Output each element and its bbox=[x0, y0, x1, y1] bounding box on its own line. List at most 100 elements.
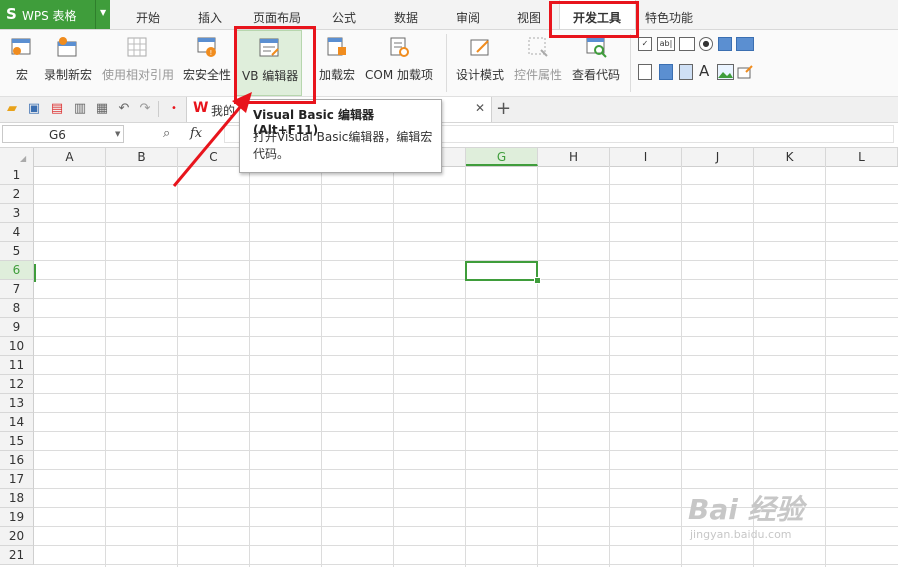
grid-row-line bbox=[34, 412, 898, 413]
relative-reference-label: 使用相对引用 bbox=[102, 68, 175, 82]
tab-formulas[interactable]: 公式 bbox=[332, 9, 356, 26]
column-header[interactable]: K bbox=[754, 148, 826, 166]
grid-row-line bbox=[34, 564, 898, 565]
combobox-control-icon[interactable] bbox=[736, 37, 754, 51]
spin-button-control-icon[interactable] bbox=[679, 64, 693, 80]
grid-row-line bbox=[34, 241, 898, 242]
view-code-label: 查看代码 bbox=[572, 68, 621, 82]
grid-row-line bbox=[34, 393, 898, 394]
scrollbar-control-icon[interactable] bbox=[659, 64, 673, 80]
grid-row-line bbox=[34, 203, 898, 204]
grid-column-line bbox=[393, 166, 394, 567]
macro-button[interactable]: 宏 bbox=[4, 30, 40, 96]
macro-icon bbox=[11, 38, 31, 55]
record-macro-button[interactable]: 录制新宏 bbox=[42, 30, 94, 96]
row-header[interactable]: 6 bbox=[0, 261, 34, 280]
select-all-corner[interactable]: ◢ bbox=[0, 148, 34, 166]
more-controls-icon[interactable] bbox=[737, 64, 754, 80]
toggle-button-control-icon[interactable] bbox=[638, 64, 652, 80]
row-header[interactable]: 11 bbox=[0, 356, 34, 375]
row-header[interactable]: 10 bbox=[0, 337, 34, 356]
tab-data[interactable]: 数据 bbox=[394, 9, 418, 26]
undo-icon[interactable]: ↶ bbox=[116, 101, 132, 117]
print-preview-icon[interactable]: ▦ bbox=[94, 101, 110, 117]
column-header[interactable]: A bbox=[34, 148, 106, 166]
row-header[interactable]: 1 bbox=[0, 166, 34, 185]
quick-access-toolbar: ▰ ▣ ▤ ▥ ▦ ↶ ↷ • W 我的 ✕ + bbox=[0, 97, 898, 123]
grid-column-line bbox=[105, 166, 106, 567]
print-icon[interactable]: ▥ bbox=[72, 101, 88, 117]
ribbon-divider bbox=[630, 34, 631, 92]
grid-column-line bbox=[177, 166, 178, 567]
tab-page-layout[interactable]: 页面布局 bbox=[253, 9, 301, 26]
app-menu-button[interactable]: S WPS 表格 ▼ bbox=[0, 0, 110, 29]
row-header[interactable]: 15 bbox=[0, 432, 34, 451]
annotation-arrow-icon bbox=[172, 92, 252, 187]
row-header[interactable]: 16 bbox=[0, 451, 34, 470]
image-control-icon[interactable] bbox=[717, 64, 734, 80]
row-header[interactable]: 14 bbox=[0, 413, 34, 432]
row-header[interactable]: 2 bbox=[0, 185, 34, 204]
row-header[interactable]: 21 bbox=[0, 546, 34, 565]
command-button-control-icon[interactable] bbox=[679, 37, 695, 51]
ribbon-developer: 宏 录制新宏 使用相对引用 ! 宏安全性 VB 编辑器 加载宏 COM 加载项 … bbox=[0, 30, 898, 97]
checkbox-control-icon[interactable]: ✓ bbox=[638, 37, 652, 51]
column-header[interactable]: G bbox=[466, 148, 538, 166]
selected-cell-g6[interactable] bbox=[465, 261, 538, 281]
row-header[interactable]: 12 bbox=[0, 375, 34, 394]
record-macro-icon bbox=[57, 37, 77, 57]
row-header[interactable]: 20 bbox=[0, 527, 34, 546]
view-code-button[interactable]: 查看代码 bbox=[568, 30, 624, 96]
watermark-brand: Bai 经验 bbox=[688, 493, 804, 526]
grid-column-line bbox=[321, 166, 322, 567]
grid-column-line bbox=[249, 166, 250, 567]
grid-row-line bbox=[34, 450, 898, 451]
grid-row-line bbox=[34, 355, 898, 356]
design-mode-label: 设计模式 bbox=[456, 68, 505, 82]
design-mode-button[interactable]: 设计模式 bbox=[452, 30, 508, 96]
chevron-down-icon[interactable]: ▼ bbox=[100, 8, 106, 17]
row-header[interactable]: 3 bbox=[0, 204, 34, 223]
open-folder-icon[interactable]: ▰ bbox=[4, 101, 20, 117]
export-pdf-icon[interactable]: ▤ bbox=[49, 101, 65, 117]
tab-special-features[interactable]: 特色功能 bbox=[645, 9, 693, 26]
save-icon[interactable]: ▣ bbox=[26, 101, 42, 117]
grid-row-line bbox=[34, 222, 898, 223]
row-header[interactable]: 17 bbox=[0, 470, 34, 489]
row-header[interactable]: 4 bbox=[0, 223, 34, 242]
tab-view[interactable]: 视图 bbox=[517, 9, 541, 26]
load-macro-icon bbox=[327, 37, 346, 56]
name-box[interactable]: G6 ▼ bbox=[2, 125, 124, 143]
row-header[interactable]: 18 bbox=[0, 489, 34, 508]
row-header[interactable]: 13 bbox=[0, 394, 34, 413]
row-header[interactable]: 19 bbox=[0, 508, 34, 527]
column-header[interactable]: L bbox=[826, 148, 898, 166]
column-header[interactable]: H bbox=[538, 148, 610, 166]
control-properties-button[interactable]: 控件属性 bbox=[510, 30, 566, 96]
tab-insert[interactable]: 插入 bbox=[198, 9, 222, 26]
row-header[interactable]: 8 bbox=[0, 299, 34, 318]
load-macro-label: 加载宏 bbox=[319, 68, 356, 82]
textbox-control-icon[interactable]: ab| bbox=[657, 37, 675, 51]
close-icon[interactable]: ✕ bbox=[475, 101, 485, 115]
column-header[interactable]: I bbox=[610, 148, 682, 166]
row-header[interactable]: 9 bbox=[0, 318, 34, 337]
toolbar-divider bbox=[158, 101, 159, 117]
com-addins-button[interactable]: COM 加载项 bbox=[362, 30, 438, 96]
fill-handle[interactable] bbox=[534, 277, 541, 284]
app-title: WPS 表格 bbox=[22, 9, 77, 23]
new-tab-plus-icon[interactable]: + bbox=[496, 98, 511, 119]
listbox-control-icon[interactable] bbox=[718, 37, 732, 51]
chevron-down-icon[interactable]: ▼ bbox=[115, 130, 120, 138]
column-header[interactable]: J bbox=[682, 148, 754, 166]
label-control-icon[interactable]: A bbox=[699, 62, 709, 80]
grid-row-line bbox=[34, 336, 898, 337]
app-menu-divider bbox=[95, 0, 96, 29]
load-macro-button[interactable]: 加载宏 bbox=[316, 30, 358, 96]
redo-icon[interactable]: ↷ bbox=[137, 101, 153, 117]
option-button-control-icon[interactable]: ● bbox=[699, 37, 713, 51]
row-header[interactable]: 7 bbox=[0, 280, 34, 299]
tab-review[interactable]: 审阅 bbox=[456, 9, 480, 26]
tab-home[interactable]: 开始 bbox=[136, 9, 160, 26]
row-header[interactable]: 5 bbox=[0, 242, 34, 261]
